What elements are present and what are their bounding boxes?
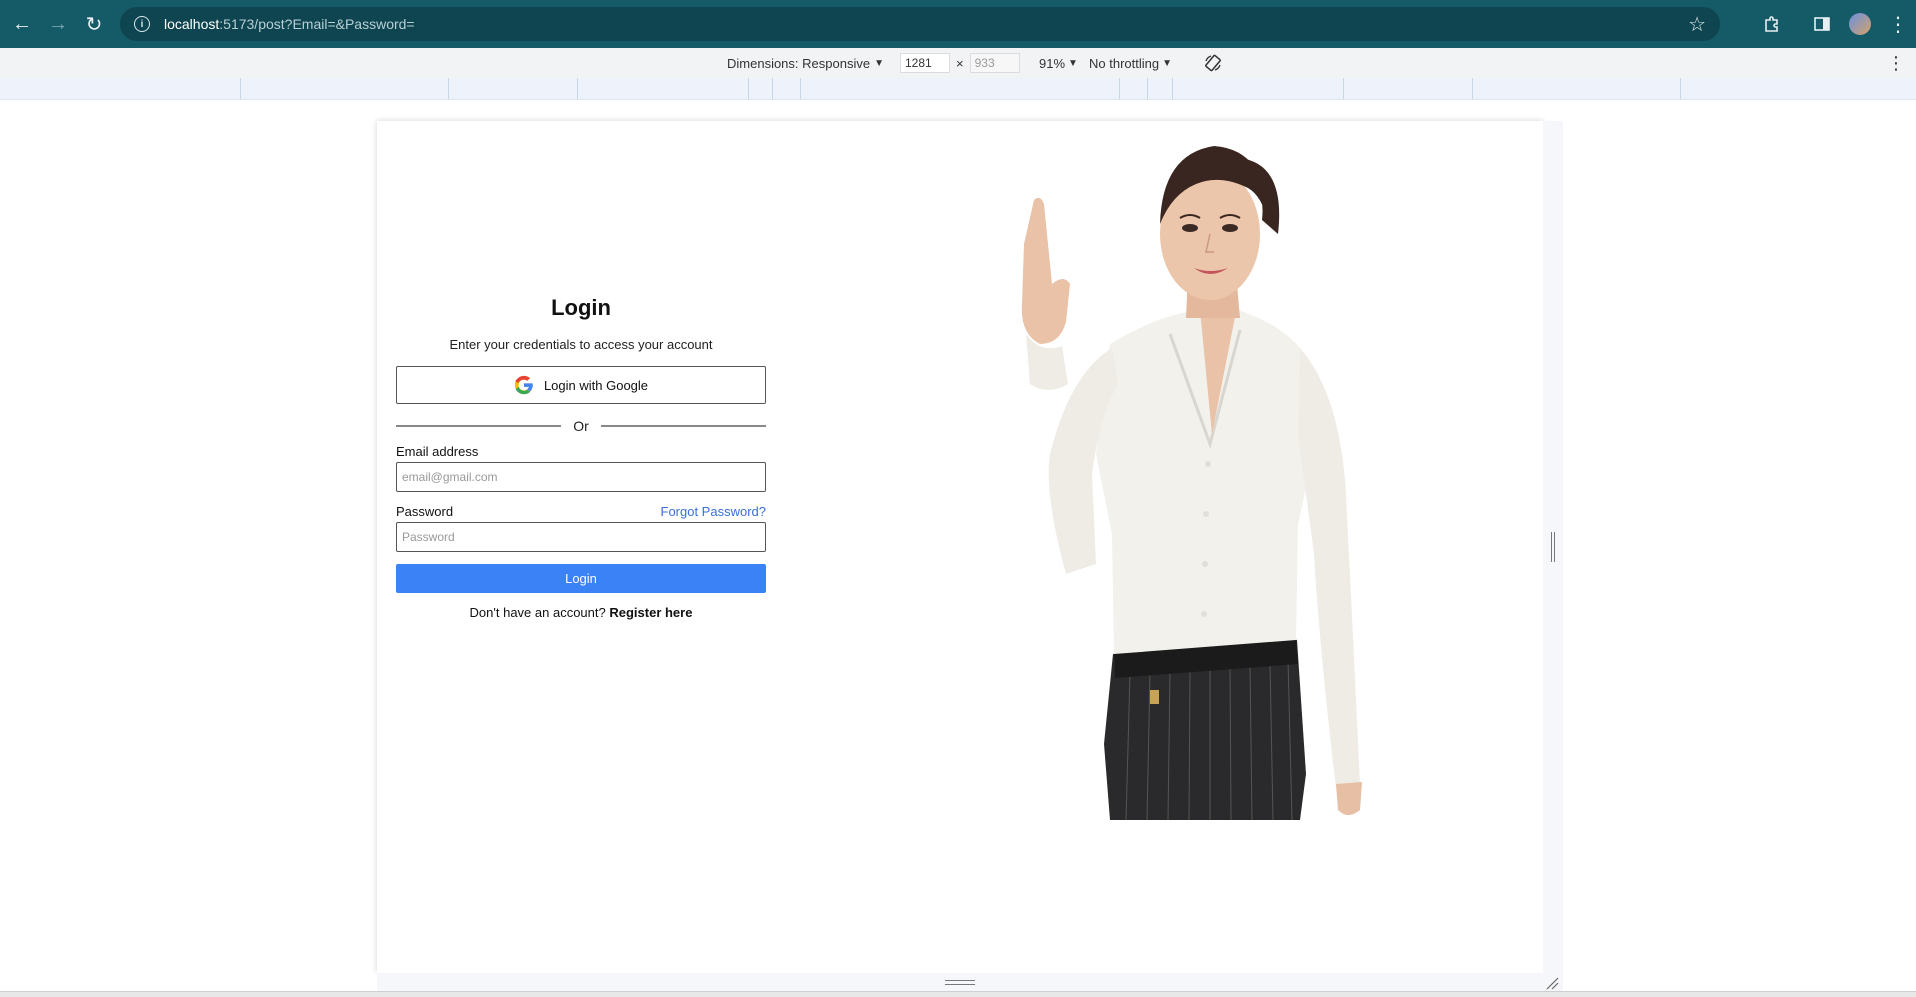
height-input[interactable]: 933 — [969, 53, 1020, 73]
throttling-label: No throttling — [1089, 55, 1160, 71]
media-query-marker[interactable] — [1343, 78, 1344, 99]
media-query-marker[interactable] — [772, 78, 773, 99]
media-query-marker[interactable] — [1147, 78, 1148, 99]
login-form: Login Enter your credentials to access y… — [396, 295, 766, 620]
email-field[interactable]: email@gmail.com — [396, 462, 766, 492]
width-resize-handle[interactable] — [1551, 532, 1555, 562]
password-placeholder: Password — [402, 530, 455, 544]
device-toolbar: Dimensions: Responsive ▼ 1281 × 933 91% … — [0, 48, 1916, 78]
email-placeholder: email@gmail.com — [402, 470, 498, 484]
corner-resize-handle[interactable] — [1545, 976, 1559, 990]
password-label: Password — [396, 504, 454, 519]
address-bar[interactable]: i localhost:5173/post?Email=&Password= ☆ — [120, 7, 1720, 41]
media-query-bar — [0, 78, 1916, 100]
media-query-marker[interactable] — [800, 78, 801, 99]
register-text: Don't have an account? — [469, 605, 606, 620]
login-subtitle: Enter your credentials to access your ac… — [449, 337, 713, 352]
forward-icon[interactable]: → — [40, 6, 76, 42]
password-label-row: Password Forgot Password? — [396, 504, 766, 519]
login-button[interactable]: Login — [396, 564, 766, 593]
url-host: localhost — [164, 16, 220, 32]
throttling-dropdown[interactable]: No throttling ▼ — [1089, 48, 1172, 78]
media-query-marker[interactable] — [748, 78, 749, 99]
media-query-marker[interactable] — [1472, 78, 1473, 99]
bookmark-star-icon[interactable]: ☆ — [1688, 12, 1706, 37]
media-query-marker[interactable] — [1680, 78, 1681, 99]
google-login-button[interactable]: Login with Google — [396, 366, 766, 404]
password-field[interactable]: Password — [396, 522, 766, 552]
email-label-row: Email address — [396, 444, 766, 459]
email-label: Email address — [396, 444, 479, 459]
page-title: Login — [551, 295, 611, 320]
reload-icon[interactable]: ↻ — [76, 6, 112, 42]
google-icon — [514, 375, 533, 395]
zoom-level: 91% — [1039, 55, 1066, 71]
media-query-marker[interactable] — [1119, 78, 1120, 99]
dimensions-dropdown[interactable]: Dimensions: Responsive ▼ — [727, 48, 884, 78]
google-button-label: Login with Google — [543, 377, 649, 393]
menu-kebab-icon[interactable]: ⋮ — [1880, 6, 1916, 42]
or-divider: Or — [396, 418, 766, 434]
side-panel-icon[interactable] — [1804, 6, 1840, 42]
profile-avatar[interactable] — [1842, 6, 1878, 42]
toolbar-actions: ⋮ — [1752, 0, 1916, 48]
media-query-marker[interactable] — [577, 78, 578, 99]
site-info-icon[interactable]: i — [134, 16, 150, 32]
zoom-dropdown[interactable]: 91% ▼ — [1039, 48, 1078, 78]
browser-toolbar: ← → ↻ i localhost:5173/post?Email=&Passw… — [0, 0, 1916, 48]
times-sign: × — [956, 55, 964, 71]
divider-line — [600, 425, 766, 427]
divider-line — [396, 425, 562, 427]
forgot-password-link[interactable]: Forgot Password? — [661, 504, 767, 519]
chevron-down-icon: ▼ — [1162, 57, 1172, 69]
extensions-icon[interactable] — [1754, 6, 1790, 42]
url-path: :5173/post?Email=&Password= — [219, 16, 415, 32]
dimensions-label: Dimensions: Responsive — [727, 55, 871, 71]
rotate-icon[interactable] — [1203, 48, 1223, 78]
or-text: Or — [573, 418, 589, 434]
chevron-down-icon: ▼ — [1068, 57, 1078, 69]
chevron-down-icon: ▼ — [874, 57, 884, 69]
hero-woman-image — [1021, 146, 1362, 820]
devtools-more-icon[interactable]: ⋮ — [1887, 48, 1905, 78]
media-query-marker[interactable] — [1172, 78, 1173, 99]
height-resize-handle[interactable] — [945, 980, 975, 985]
register-prompt: Don't have an account? Register here — [396, 605, 766, 620]
back-icon[interactable]: ← — [4, 6, 40, 42]
media-query-marker[interactable] — [448, 78, 449, 99]
width-input[interactable]: 1281 — [900, 53, 950, 73]
window-bottom-edge — [0, 991, 1916, 997]
media-query-marker[interactable] — [240, 78, 241, 99]
register-link[interactable]: Register here — [609, 605, 692, 620]
